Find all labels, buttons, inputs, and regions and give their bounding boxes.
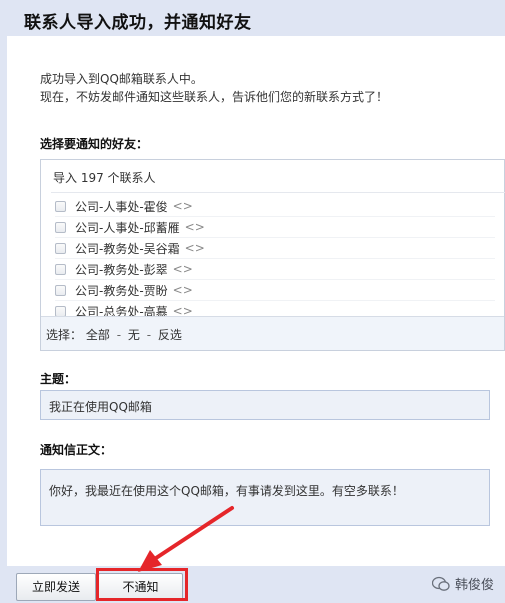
selection-prefix: 选择：	[46, 328, 83, 342]
contact-email: <>	[172, 199, 193, 213]
contacts-box: 导入 197 个联系人 公司-人事处-霍俊 <> 公司-人事处-邱蓄雁 <> 公…	[40, 159, 505, 351]
contact-name: 公司-教务处-彭翠	[75, 262, 168, 277]
contact-name: 公司-人事处-邱蓄雁	[75, 220, 180, 235]
selection-separator: -	[116, 328, 122, 342]
contact-item[interactable]: 公司-人事处-霍俊 <>	[55, 196, 495, 217]
watermark-text: 韩俊俊	[455, 578, 495, 593]
contact-email: <>	[172, 262, 193, 276]
contact-item[interactable]: 公司-人事处-邱蓄雁 <>	[55, 217, 495, 238]
contact-name: 公司-教务处-贾盼	[75, 283, 168, 298]
select-all-link[interactable]: 全部	[86, 328, 110, 342]
contact-item[interactable]: 公司-教务处-彭翠 <>	[55, 259, 495, 280]
select-none-link[interactable]: 无	[128, 328, 140, 342]
subject-label: 主题：	[40, 372, 77, 386]
send-now-button[interactable]: 立即发送	[16, 573, 96, 601]
watermark: 韩俊俊	[432, 574, 494, 593]
contacts-divider	[51, 192, 505, 193]
bottom-toolbar: 立即发送 不通知	[0, 566, 505, 603]
contact-item[interactable]: 公司-教务处-贾盼 <>	[55, 280, 495, 301]
contact-email: <>	[184, 241, 205, 255]
contact-email: <>	[172, 283, 193, 297]
contacts-label: 选择要通知的好友：	[40, 137, 149, 151]
selection-separator: -	[146, 328, 152, 342]
contacts-summary: 导入 197 个联系人	[53, 171, 156, 185]
contact-checkbox[interactable]	[55, 200, 66, 212]
selection-bar: 选择： 全部 - 无 - 反选	[41, 316, 504, 350]
contact-checkbox[interactable]	[55, 263, 66, 275]
select-invert-link[interactable]: 反选	[158, 328, 182, 342]
contact-checkbox[interactable]	[55, 221, 66, 233]
subject-input[interactable]: 我正在使用QQ邮箱	[40, 390, 490, 420]
contact-name: 公司-教务处-吴谷霜	[75, 241, 180, 256]
page-title: 联系人导入成功，并通知好友	[24, 13, 252, 33]
chat-bubble-icon	[432, 576, 450, 591]
contact-item[interactable]: 公司-教务处-吴谷霜 <>	[55, 238, 495, 259]
intro-line-1: 成功导入到QQ邮箱联系人中。	[40, 72, 203, 86]
contact-checkbox[interactable]	[55, 305, 66, 317]
contact-checkbox[interactable]	[55, 242, 66, 254]
no-notify-button[interactable]: 不通知	[98, 573, 183, 601]
contact-list: 公司-人事处-霍俊 <> 公司-人事处-邱蓄雁 <> 公司-教务处-吴谷霜 <>…	[55, 196, 495, 322]
body-label: 通知信正文：	[40, 443, 113, 457]
main-content: 成功导入到QQ邮箱联系人中。 现在，不妨发邮件通知这些联系人，告诉他们您的新联系…	[7, 36, 505, 566]
contact-email: <>	[184, 220, 205, 234]
contact-checkbox[interactable]	[55, 284, 66, 296]
intro-text: 成功导入到QQ邮箱联系人中。 现在，不妨发邮件通知这些联系人，告诉他们您的新联系…	[40, 70, 388, 106]
page-header: 联系人导入成功，并通知好友	[0, 0, 505, 36]
contact-name: 公司-人事处-霍俊	[75, 199, 168, 214]
body-textarea[interactable]: 你好，我最近在使用这个QQ邮箱，有事请发到这里。有空多联系！	[40, 469, 490, 526]
intro-line-2: 现在，不妨发邮件通知这些联系人，告诉他们您的新联系方式了！	[40, 90, 389, 104]
